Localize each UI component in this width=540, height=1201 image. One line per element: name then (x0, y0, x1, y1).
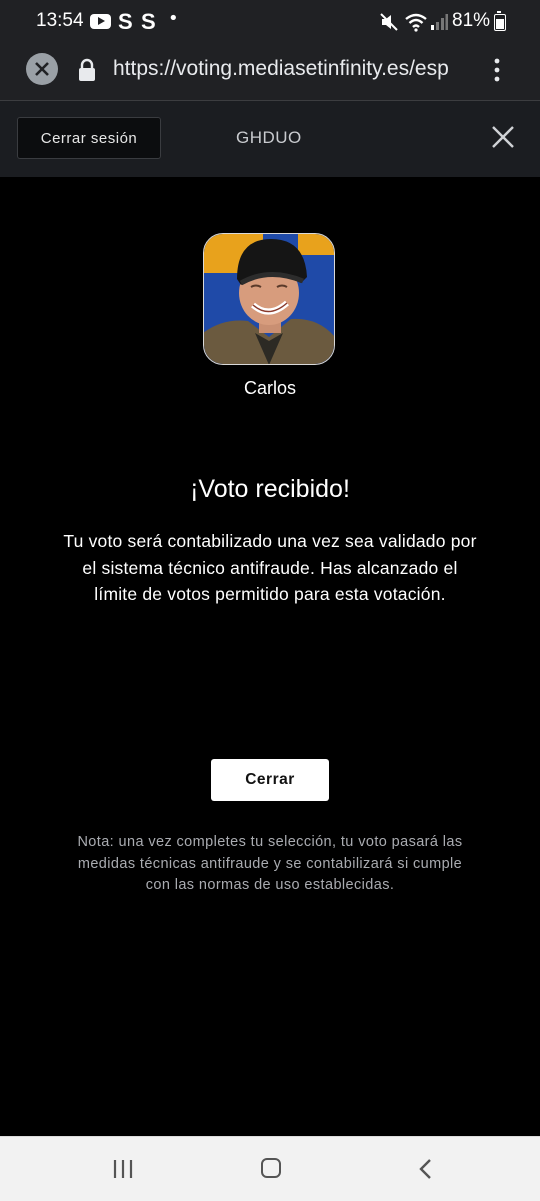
app-notification-icon: S (141, 9, 156, 34)
confirmation-message: Tu voto será contabilizado una vez sea v… (63, 531, 477, 604)
back-icon[interactable] (418, 1158, 432, 1180)
status-time: 13:54 (36, 10, 84, 31)
battery-percent: 81% (452, 10, 491, 31)
candidate-name: Carlos (243, 378, 296, 398)
wifi-icon (405, 13, 427, 32)
home-icon[interactable] (261, 1158, 281, 1178)
battery-icon (494, 11, 506, 31)
close-icon[interactable] (490, 124, 516, 150)
app-notification-icon: S (118, 9, 133, 34)
logout-button[interactable]: Cerrar sesión (17, 117, 161, 159)
more-notifications-dot-icon: • (168, 8, 179, 29)
url-text[interactable]: https://voting.mediasetinfinity.es/esp (113, 57, 473, 81)
browser-url-bar: https://voting.mediasetinfinity.es/esp (0, 44, 540, 101)
app-title: GHDUO (236, 128, 302, 147)
confirmation-heading: ¡Voto recibido! (190, 475, 350, 503)
system-nav-bar (0, 1136, 540, 1201)
close-tab-icon[interactable] (26, 53, 58, 85)
lock-icon[interactable] (78, 58, 96, 82)
youtube-icon (90, 14, 111, 29)
candidate-avatar (203, 233, 335, 365)
more-vert-icon[interactable] (490, 56, 504, 86)
mute-icon (380, 13, 398, 31)
app-header: Cerrar sesión GHDUO (0, 101, 540, 177)
close-button[interactable]: Cerrar (211, 759, 329, 801)
antifraud-note: Nota: una vez completes tu selección, tu… (77, 834, 463, 893)
signal-icon (431, 14, 448, 30)
recent-apps-icon[interactable] (112, 1159, 134, 1179)
status-bar: 13:54 S S • 81% (0, 0, 540, 44)
